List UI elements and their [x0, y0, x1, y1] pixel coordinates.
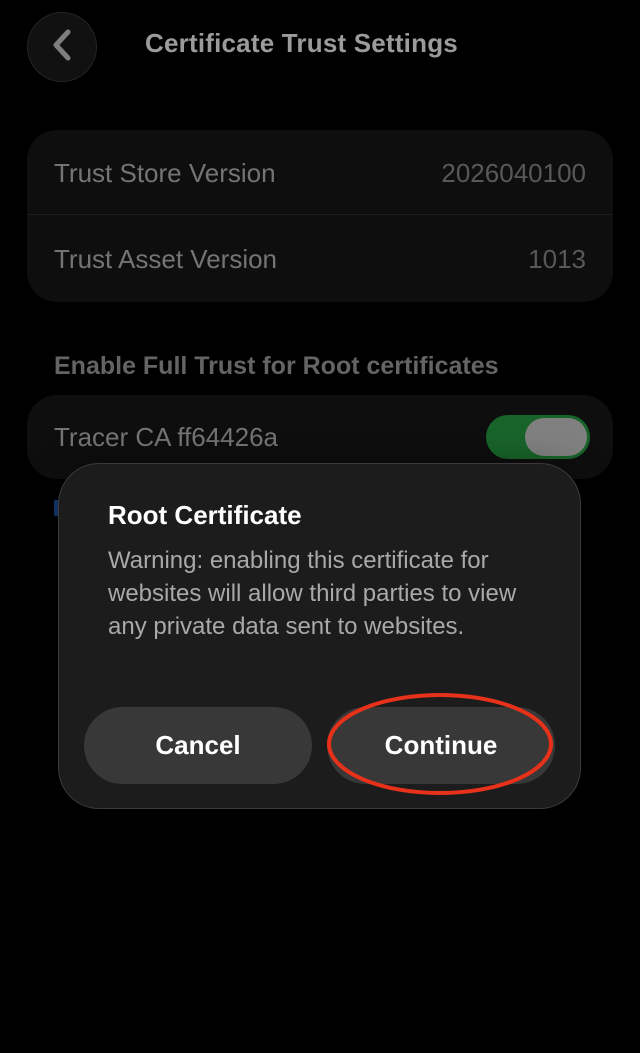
root-certificate-alert: Root Certificate Warning: enabling this …: [59, 464, 580, 808]
alert-message: Warning: enabling this certificate for w…: [108, 547, 517, 640]
alert-title: Root Certificate: [108, 500, 302, 530]
cancel-button[interactable]: Cancel: [84, 707, 312, 784]
continue-button[interactable]: Continue: [327, 707, 555, 784]
